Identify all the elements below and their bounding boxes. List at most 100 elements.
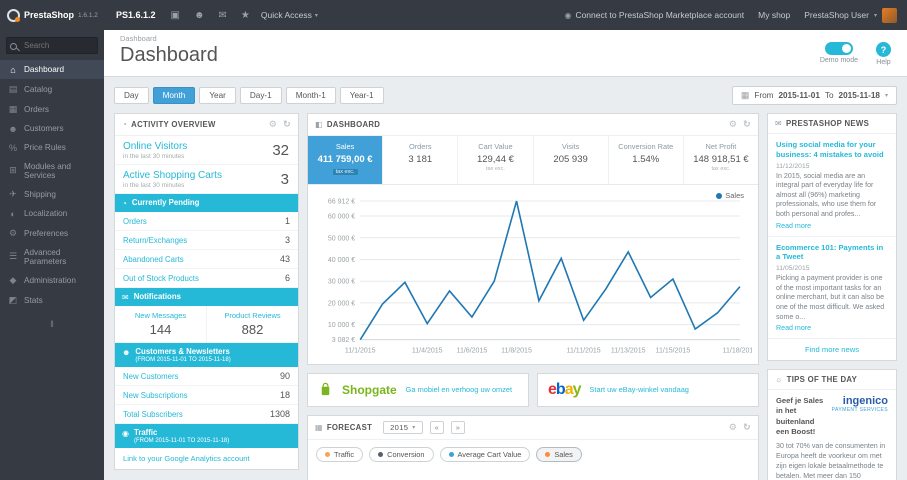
kpi-cart-value[interactable]: Cart Value 129,44 € tax exc. [458,136,534,184]
user-menu[interactable]: PrestaShop User ▾ [804,7,897,23]
sidebar-item-administration[interactable]: ◆ Administration [0,270,104,290]
kpi-label: Cart Value [478,142,513,151]
sidebar-item-advanced-parameters[interactable]: ☰ Advanced Parameters [0,243,104,270]
shopgate-logo: Shopgate [342,382,397,397]
read-more-link[interactable]: Read more [776,222,811,230]
new-subscriptions-value: 18 [279,390,290,400]
forecast-toggle-conversion[interactable]: Conversion [369,446,434,462]
pending-orders-link[interactable]: Orders [123,217,147,226]
forecast-year-select[interactable]: 2015 ▾ [383,420,423,434]
legend-dot [378,451,384,457]
period-year-button[interactable]: Year [199,87,236,104]
cart-icon[interactable]: ▣ [171,10,180,21]
forecast-prev-button[interactable]: « [429,420,444,434]
sidebar-item-modules[interactable]: ⊞ Modules and Services [0,157,104,184]
period-year-1-button[interactable]: Year-1 [339,87,384,104]
currently-pending-header: ◔ Currently Pending [115,194,298,212]
shopgate-link[interactable]: Ga mobiel en verhoog uw omzet [406,385,512,394]
sidebar-item-shipping[interactable]: ✈ Shipping [0,184,104,204]
pending-returns-link[interactable]: Return/Exchanges [123,236,187,245]
active-carts-link[interactable]: Active Shopping Carts [123,170,222,181]
sidebar-item-stats[interactable]: ◩ Stats [0,290,104,310]
customers-icon[interactable]: ☻ [194,10,205,21]
online-visitors-link[interactable]: Online Visitors [123,141,187,152]
marketplace-link[interactable]: ◉ Connect to PrestaShop Marketplace acco… [564,10,744,20]
kpi-net-profit[interactable]: Net Profit 148 918,51 € tax exc. [684,136,758,184]
period-month-button[interactable]: Month [152,87,196,104]
gear-icon[interactable]: ⚙ [729,119,737,130]
period-day-button[interactable]: Day [114,87,149,104]
forecast-toggle-traffic[interactable]: Traffic [316,446,364,462]
refresh-icon[interactable]: ↻ [743,119,751,130]
forecast-year-value: 2015 [390,422,409,432]
prestashop-logo[interactable]: PrestaShop 1.6.1.2 [0,8,104,22]
google-analytics-link[interactable]: Link to your Google Analytics account [115,448,298,469]
demo-mode-label: Demo mode [819,57,858,64]
new-messages-cell[interactable]: New Messages 144 [115,306,207,342]
kpi-visits[interactable]: Visits 205 939 [534,136,609,184]
period-day-1-button[interactable]: Day-1 [239,87,282,104]
sidebar-collapse-button[interactable]: ‖ [0,319,104,329]
refresh-icon[interactable]: ↻ [743,422,751,433]
shop-name-link[interactable]: PS1.6.1.2 [116,10,156,20]
forecast-toggle-sales[interactable]: Sales [536,446,582,462]
kpi-sales[interactable]: Sales 411 759,00 € tax exc. [308,136,384,184]
sidebar-item-orders[interactable]: ▦ Orders [0,99,104,119]
notifications-grid: New Messages 144 Product Reviews 882 [115,306,298,343]
gear-icon[interactable]: ⚙ [729,422,737,433]
date-to-value: 2015-11-18 [838,91,880,100]
out-of-stock-link[interactable]: Out of Stock Products [123,274,199,283]
new-customers-link[interactable]: New Customers [123,372,178,381]
svg-text:11/1/2015: 11/1/2015 [345,348,376,355]
module-promos: Shopgate Ga mobiel en verhoog uw omzet e… [307,372,759,407]
pending-row: Return/Exchanges 3 [115,231,298,250]
messages-icon[interactable]: ✉ [219,10,227,21]
sidebar-item-customers[interactable]: ☻ Customers [0,119,104,138]
article-title-link[interactable]: Using social media for your business: 4 … [776,140,888,160]
sidebar-item-label: Localization [24,209,68,218]
my-shop-link[interactable]: My shop [758,10,790,20]
shopgate-promo[interactable]: Shopgate Ga mobiel en verhoog uw omzet [307,372,529,407]
ebay-promo[interactable]: ebay Start uw eBay-winkel vandaag [537,372,759,407]
sidebar-item-price-rules[interactable]: % Price Rules [0,138,104,157]
customers-newsletters-header: ☻ Customers & Newsletters (FROM 2015-11-… [115,343,298,367]
kpi-conversion-rate[interactable]: Conversion Rate 1.54% [609,136,684,184]
search-input[interactable] [6,37,98,54]
article-date: 11/12/2015 [776,162,810,170]
kpi-orders[interactable]: Orders 3 181 [383,136,459,184]
forecast-next-button[interactable]: » [450,420,465,434]
date-range-picker[interactable]: ▦ From 2015-11-01 To 2015-11-18 ▾ [731,86,897,105]
sidebar-item-dashboard[interactable]: ⌂ Dashboard [0,60,104,79]
date-from-label: From [754,91,774,100]
topbar: PrestaShop 1.6.1.2 PS1.6.1.2 ▣ ☻ ✉ ★ Qui… [0,0,907,30]
svg-text:66 912 €: 66 912 € [328,199,355,206]
article-title-link[interactable]: Ecommerce 101: Payments in a Tweet [776,243,888,263]
sidebar-item-preferences[interactable]: ⚙ Preferences [0,223,104,243]
ebay-link[interactable]: Start uw eBay-winkel vandaag [590,385,689,394]
forecast-toggle-average-cart-value[interactable]: Average Cart Value [439,446,531,462]
currently-pending-title: Currently Pending [131,198,200,207]
find-more-news-link[interactable]: Find more news [768,339,896,360]
chart-legend[interactable]: Sales [716,191,744,200]
sidebar-item-catalog[interactable]: ▤ Catalog [0,79,104,99]
demo-mode-toggle[interactable] [824,42,853,55]
gear-icon[interactable]: ⚙ [269,119,277,130]
avatar [882,7,897,23]
online-visitors-sub: in the last 30 minutes [123,153,185,160]
period-month-1-button[interactable]: Month-1 [285,87,336,104]
abandoned-carts-link[interactable]: Abandoned Carts [123,255,184,264]
refresh-icon[interactable]: ↻ [283,119,291,130]
chevron-down-icon: ▾ [314,12,318,19]
sidebar-item-label: Dashboard [24,65,65,74]
sidebar-item-localization[interactable]: ◐ Localization [0,204,104,223]
total-subscribers-link[interactable]: Total Subscribers [123,410,183,419]
help-icon[interactable]: ? [876,42,891,57]
product-reviews-cell[interactable]: Product Reviews 882 [207,306,298,342]
quick-access-menu[interactable]: Quick Access ▾ [261,10,318,20]
new-subscriptions-link[interactable]: New Subscriptions [123,391,188,400]
sidebar: ⌂ Dashboard ▤ Catalog ▦ Orders ☻ Customers %… [0,30,104,480]
read-more-link[interactable]: Read more [776,324,811,332]
trophy-icon[interactable]: ★ [241,10,250,21]
toggle-knob [841,44,851,53]
chevron-down-icon: ▾ [412,424,416,431]
